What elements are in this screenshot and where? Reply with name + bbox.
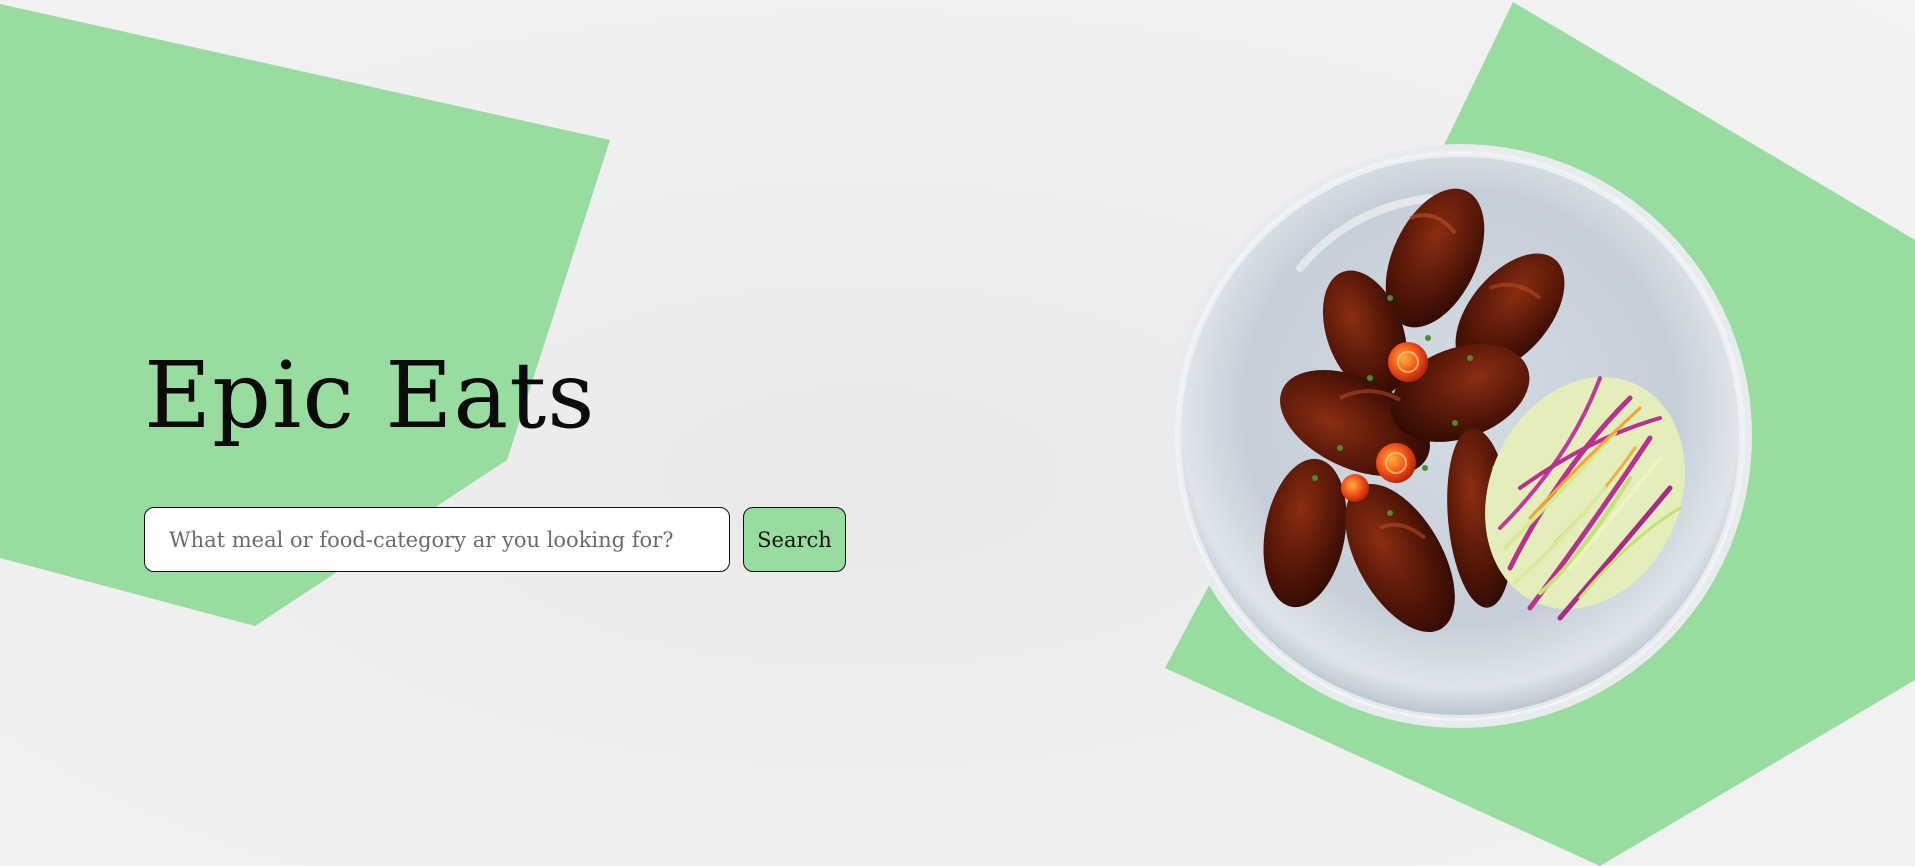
page-title: Epic Eats [144,342,596,449]
search-form: Search [144,507,846,572]
search-input[interactable] [144,507,730,572]
search-button[interactable]: Search [743,507,846,572]
food-plate-image [1168,144,1752,728]
